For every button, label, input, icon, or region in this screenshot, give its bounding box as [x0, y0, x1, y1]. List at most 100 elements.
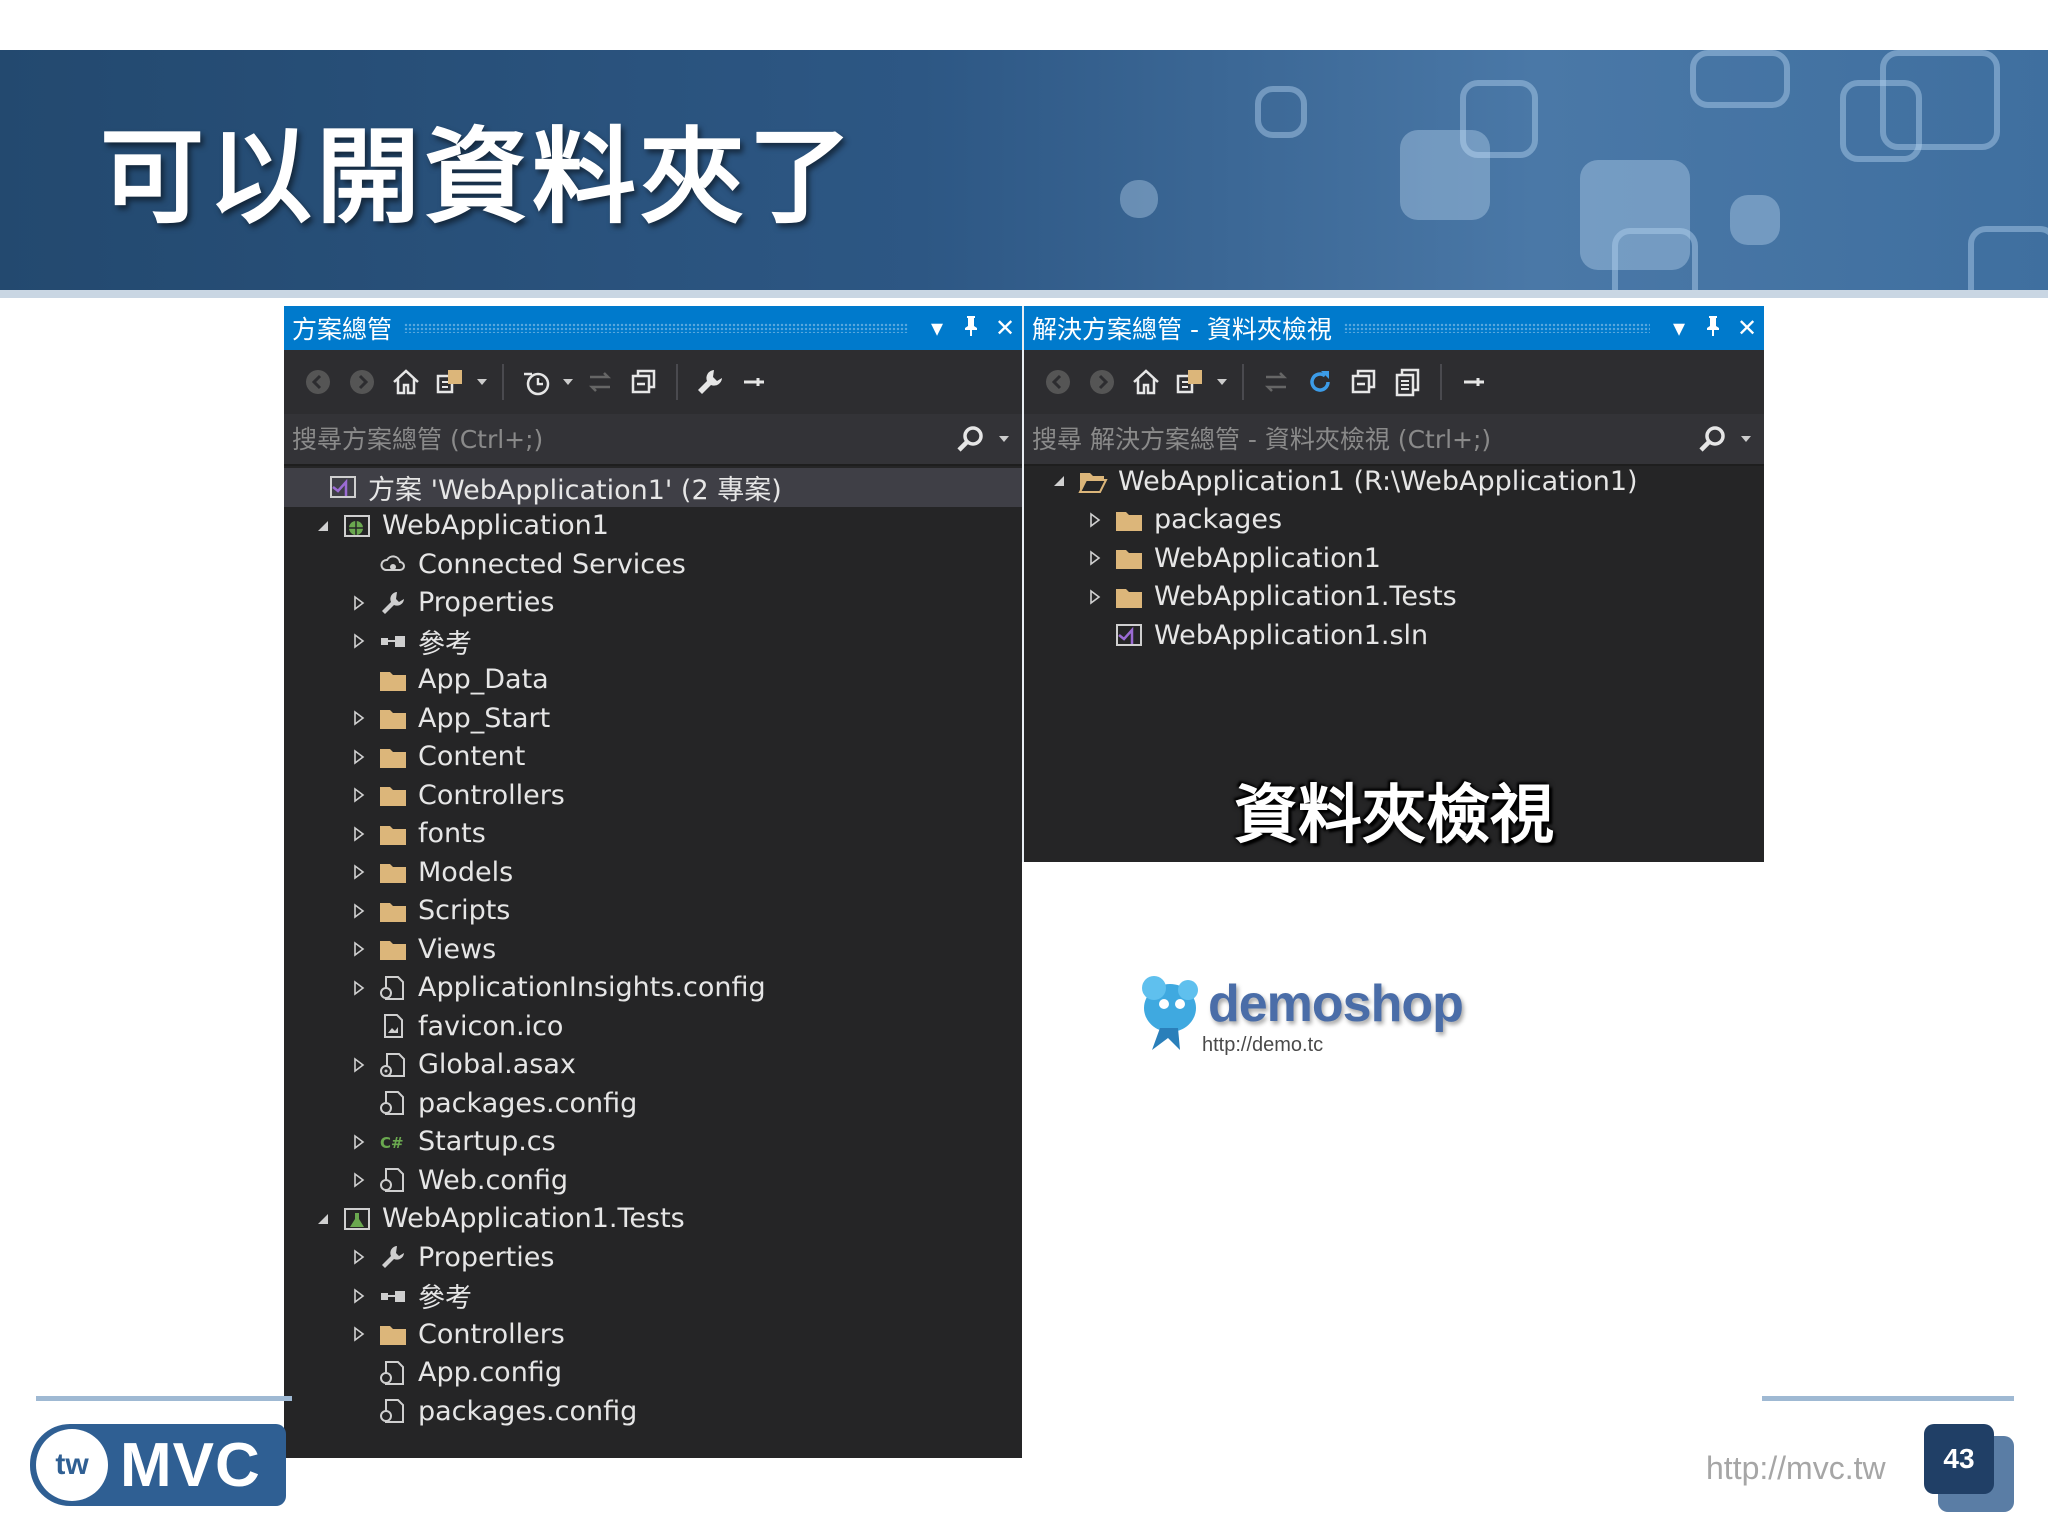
collapsed-arrow-icon[interactable]	[344, 934, 374, 964]
tree-row[interactable]: WebApplication1.Tests	[1024, 578, 1764, 617]
chevron-down-icon[interactable]	[472, 362, 492, 402]
pin-icon[interactable]	[1696, 314, 1730, 342]
switch-views-icon[interactable]	[428, 362, 472, 402]
collapsed-arrow-icon[interactable]	[344, 973, 374, 1003]
tree-row[interactable]: Content	[284, 738, 1022, 777]
collapse-all-icon[interactable]	[622, 362, 666, 402]
tree-row[interactable]: WebApplication1 (R:\WebApplication1)	[1024, 462, 1764, 501]
chevron-down-icon[interactable]	[558, 362, 578, 402]
tree-row[interactable]: App_Data	[284, 661, 1022, 700]
demoshop-name: demoshop	[1208, 975, 1464, 1033]
switch-views-icon[interactable]	[1168, 362, 1212, 402]
search-input[interactable]	[292, 424, 946, 454]
tree-row[interactable]: 參考	[284, 1277, 1022, 1316]
tree-row[interactable]: packages.config	[284, 1392, 1022, 1431]
panel-title: 方案總管	[292, 315, 393, 344]
collapsed-arrow-icon[interactable]	[344, 588, 374, 618]
collapsed-arrow-icon[interactable]	[1080, 543, 1110, 573]
tree-row[interactable]: Properties	[284, 1238, 1022, 1277]
collapse-all-icon[interactable]	[1342, 362, 1386, 402]
collapsed-arrow-icon[interactable]	[1080, 582, 1110, 612]
collapsed-arrow-icon[interactable]	[344, 626, 374, 656]
collapsed-arrow-icon[interactable]	[344, 1165, 374, 1195]
collapsed-arrow-icon[interactable]	[344, 1127, 374, 1157]
tree-row[interactable]: WebApplication1.sln	[1024, 616, 1764, 655]
tree-row[interactable]: Controllers	[284, 776, 1022, 815]
tree-row[interactable]: Connected Services	[284, 545, 1022, 584]
expanded-arrow-icon[interactable]	[1044, 466, 1074, 496]
tree-item-label: Models	[418, 856, 514, 888]
search-options-chevron-icon[interactable]	[994, 419, 1014, 459]
wrench-icon	[374, 1240, 412, 1274]
tree-row[interactable]: favicon.ico	[284, 1007, 1022, 1046]
collapsed-arrow-icon[interactable]	[344, 742, 374, 772]
tree-row[interactable]: fonts	[284, 815, 1022, 854]
collapsed-arrow-icon[interactable]	[344, 1242, 374, 1272]
properties-wrench-icon[interactable]	[688, 362, 732, 402]
tree-row[interactable]: App_Start	[284, 699, 1022, 738]
tree-row[interactable]: Global.asax	[284, 1046, 1022, 1085]
collapsed-arrow-icon[interactable]	[344, 1281, 374, 1311]
collapsed-arrow-icon[interactable]	[344, 1319, 374, 1349]
refresh-icon[interactable]	[1298, 362, 1342, 402]
window-position-dropdown-icon[interactable]: ▾	[920, 314, 954, 342]
sync-with-document-icon[interactable]	[578, 362, 622, 402]
preview-selected-items-icon[interactable]	[1452, 362, 1496, 402]
tree-item-label: WebApplication1.sln	[1154, 619, 1429, 651]
tree-row[interactable]: 方案 'WebApplication1' (2 專案)	[284, 468, 1022, 507]
back-icon[interactable]	[296, 362, 340, 402]
pending-changes-filter-icon[interactable]	[514, 362, 558, 402]
search-icon[interactable]	[946, 423, 994, 455]
close-icon[interactable]: ✕	[988, 314, 1022, 342]
search-input[interactable]	[1032, 424, 1688, 454]
solution-explorer-titlebar[interactable]: 方案總管 ▾ ✕	[284, 306, 1022, 350]
tree-row[interactable]: C# Startup.cs	[284, 1123, 1022, 1162]
forward-icon[interactable]	[340, 362, 384, 402]
tree-row[interactable]: Controllers	[284, 1315, 1022, 1354]
tree-item-label: Connected Services	[418, 548, 686, 580]
folder-icon	[374, 932, 412, 966]
folder-view-titlebar[interactable]: 解決方案總管 - 資料夾檢視 ▾ ✕	[1024, 306, 1764, 350]
demoshop-logo: demoshop http://demo.tc	[1128, 966, 1464, 1076]
tree-row[interactable]: Views	[284, 930, 1022, 969]
tree-row[interactable]: packages.config	[284, 1084, 1022, 1123]
show-all-files-icon[interactable]	[1386, 362, 1430, 402]
collapsed-arrow-icon[interactable]	[344, 703, 374, 733]
close-icon[interactable]: ✕	[1730, 314, 1764, 342]
search-options-chevron-icon[interactable]	[1736, 419, 1756, 459]
config-file-icon	[374, 1086, 412, 1120]
tree-row[interactable]: WebApplication1.Tests	[284, 1200, 1022, 1239]
titlebar-grip	[1343, 323, 1650, 333]
chevron-down-icon[interactable]	[1212, 362, 1232, 402]
back-icon[interactable]	[1036, 362, 1080, 402]
collapsed-arrow-icon[interactable]	[344, 1050, 374, 1080]
tree-row[interactable]: Models	[284, 853, 1022, 892]
preview-selected-items-icon[interactable]	[732, 362, 776, 402]
tree-row[interactable]: 參考	[284, 622, 1022, 661]
tree-row[interactable]: Scripts	[284, 892, 1022, 931]
collapsed-arrow-icon[interactable]	[344, 780, 374, 810]
toolbar-separator	[1440, 364, 1442, 400]
collapsed-arrow-icon[interactable]	[344, 896, 374, 926]
sync-with-document-icon[interactable]	[1254, 362, 1298, 402]
expanded-arrow-icon[interactable]	[308, 511, 338, 541]
tree-row[interactable]: Web.config	[284, 1161, 1022, 1200]
collapsed-arrow-icon[interactable]	[344, 819, 374, 849]
tree-item-label: Web.config	[418, 1164, 569, 1196]
expanded-arrow-icon[interactable]	[308, 1204, 338, 1234]
collapsed-arrow-icon[interactable]	[344, 857, 374, 887]
tree-row[interactable]: Properties	[284, 584, 1022, 623]
tree-row[interactable]: ApplicationInsights.config	[284, 969, 1022, 1008]
search-icon[interactable]	[1688, 423, 1736, 455]
tree-row[interactable]: WebApplication1	[1024, 539, 1764, 578]
window-position-dropdown-icon[interactable]: ▾	[1662, 314, 1696, 342]
references-icon	[374, 1279, 412, 1313]
tree-row[interactable]: WebApplication1	[284, 507, 1022, 546]
forward-icon[interactable]	[1080, 362, 1124, 402]
home-icon[interactable]	[1124, 362, 1168, 402]
tree-row[interactable]: App.config	[284, 1354, 1022, 1393]
collapsed-arrow-icon[interactable]	[1080, 505, 1110, 535]
tree-row[interactable]: packages	[1024, 501, 1764, 540]
home-icon[interactable]	[384, 362, 428, 402]
pin-icon[interactable]	[954, 314, 988, 342]
